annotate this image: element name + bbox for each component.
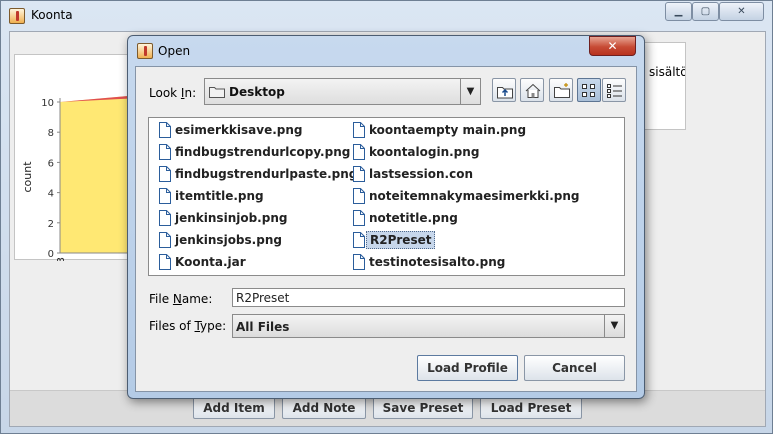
up-one-level-button[interactable] [492, 78, 516, 102]
file-type-label: Files of Type: [149, 319, 227, 333]
load-profile-button[interactable]: Load Profile [417, 355, 518, 381]
main-titlebar[interactable]: Koonta ▁ ▢ ✕ [1, 1, 772, 31]
save-preset-button[interactable]: Save Preset [373, 397, 473, 419]
file-name: R2Preset [366, 231, 436, 249]
maximize-button[interactable]: ▢ [692, 2, 719, 21]
file-name-input[interactable] [232, 288, 625, 307]
new-folder-icon [554, 83, 570, 98]
file-name: lastsession.con [369, 167, 474, 181]
file-name: itemtitle.png [175, 189, 264, 203]
note-content: sisältö [649, 65, 686, 79]
file-icon [353, 144, 365, 160]
file-name-label: File Name: [149, 292, 213, 306]
look-in-combo[interactable]: Desktop ▼ [204, 78, 481, 105]
java-cup-icon [9, 8, 25, 24]
y-tick-label: 10 [41, 98, 54, 109]
y-axis-label: count [21, 161, 34, 193]
file-list[interactable]: esimerkkisave.png findbugstrendurlcopy.pn… [148, 117, 625, 276]
file-icon [353, 166, 365, 182]
file-name: jenkinsjobs.png [175, 233, 282, 247]
file-icon [353, 232, 365, 248]
y-tick-label: 0 [48, 249, 54, 260]
home-icon [525, 83, 541, 98]
chevron-down-icon[interactable]: ▼ [604, 315, 624, 337]
home-button[interactable] [520, 78, 544, 102]
look-in-value: Desktop [229, 85, 285, 99]
cancel-button[interactable]: Cancel [524, 355, 625, 381]
file-icon [353, 254, 365, 270]
file-name: findbugstrendurlcopy.png [175, 145, 351, 159]
chart-svg: 0 2 4 6 8 10 count #83 [21, 95, 140, 261]
look-in-label: Look In: [149, 86, 197, 100]
minimize-button[interactable]: ▁ [665, 2, 692, 21]
y-tick-label: 8 [48, 128, 54, 139]
file-name: notetitle.png [369, 211, 458, 225]
y-tick-label: 2 [48, 219, 54, 230]
list-view-button[interactable] [577, 78, 601, 102]
x-tick-label: #83 [56, 257, 67, 261]
file-name: esimerkkisave.png [175, 123, 303, 137]
folder-icon [209, 87, 225, 98]
file-name: Koonta.jar [175, 255, 246, 269]
chevron-down-icon[interactable]: ▼ [460, 79, 480, 104]
file-type-combo[interactable]: All Files ▼ [232, 314, 625, 338]
notes-panel: sisältö [644, 42, 686, 130]
close-button[interactable]: ✕ [719, 2, 764, 21]
file-type-value: All Files [236, 320, 290, 334]
file-icon [159, 144, 171, 160]
dialog-body: Look In: Desktop ▼ esimerkkisave.png fin… [135, 66, 637, 392]
dialog-close-button[interactable]: ✕ [589, 36, 636, 56]
file-icon [159, 210, 171, 226]
y-tick-label: 6 [48, 158, 54, 169]
file-name: testinotesisalto.png [369, 255, 506, 269]
load-preset-button[interactable]: Load Preset [480, 397, 582, 419]
add-item-button[interactable]: Add Item [193, 397, 275, 419]
file-name: findbugstrendurlpaste.png [175, 167, 358, 181]
list-view-icon [582, 84, 595, 97]
file-icon [159, 232, 171, 248]
y-tick-label: 4 [48, 189, 54, 200]
details-view-button[interactable] [602, 78, 626, 102]
file-name: koontalogin.png [369, 145, 480, 159]
file-name: koontaempty main.png [369, 123, 527, 137]
java-cup-icon [137, 43, 153, 59]
file-icon [353, 122, 365, 138]
add-note-button[interactable]: Add Note [282, 397, 366, 419]
chart-panel: 0 2 4 6 8 10 count #83 [14, 54, 140, 261]
file-icon [159, 122, 171, 138]
file-icon [353, 210, 365, 226]
file-icon [159, 166, 171, 182]
dialog-title: Open [158, 44, 191, 58]
open-dialog: Open ✕ Look In: Desktop ▼ esimerkkisave.… [127, 35, 645, 399]
file-name: noteitemnakymaesimerkki.png [369, 189, 580, 203]
window-title: Koonta [31, 8, 73, 22]
file-icon [353, 188, 365, 204]
file-icon [159, 188, 171, 204]
up-one-level-icon [497, 87, 513, 99]
details-view-icon [607, 84, 622, 98]
new-folder-button[interactable] [549, 78, 573, 102]
file-name: jenkinsinjob.png [175, 211, 288, 225]
file-icon [159, 254, 171, 270]
